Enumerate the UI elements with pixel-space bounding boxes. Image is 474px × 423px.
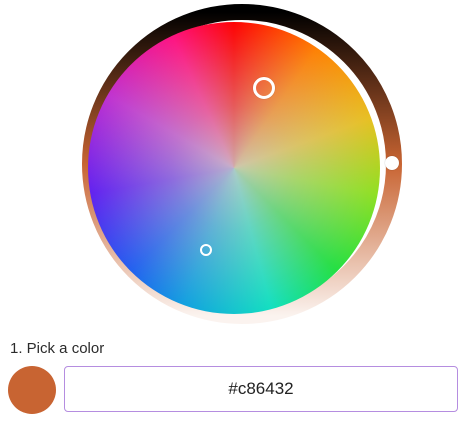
primary-color-handle[interactable] — [253, 77, 275, 99]
lightness-handle[interactable] — [385, 156, 399, 170]
secondary-color-handle[interactable] — [200, 244, 212, 256]
color-swatch — [8, 366, 56, 414]
hue-saturation-wheel[interactable] — [88, 22, 380, 314]
hex-color-input[interactable] — [64, 366, 458, 412]
step-label: 1. Pick a color — [10, 340, 105, 357]
color-picker-panel: 1. Pick a color — [0, 0, 474, 423]
